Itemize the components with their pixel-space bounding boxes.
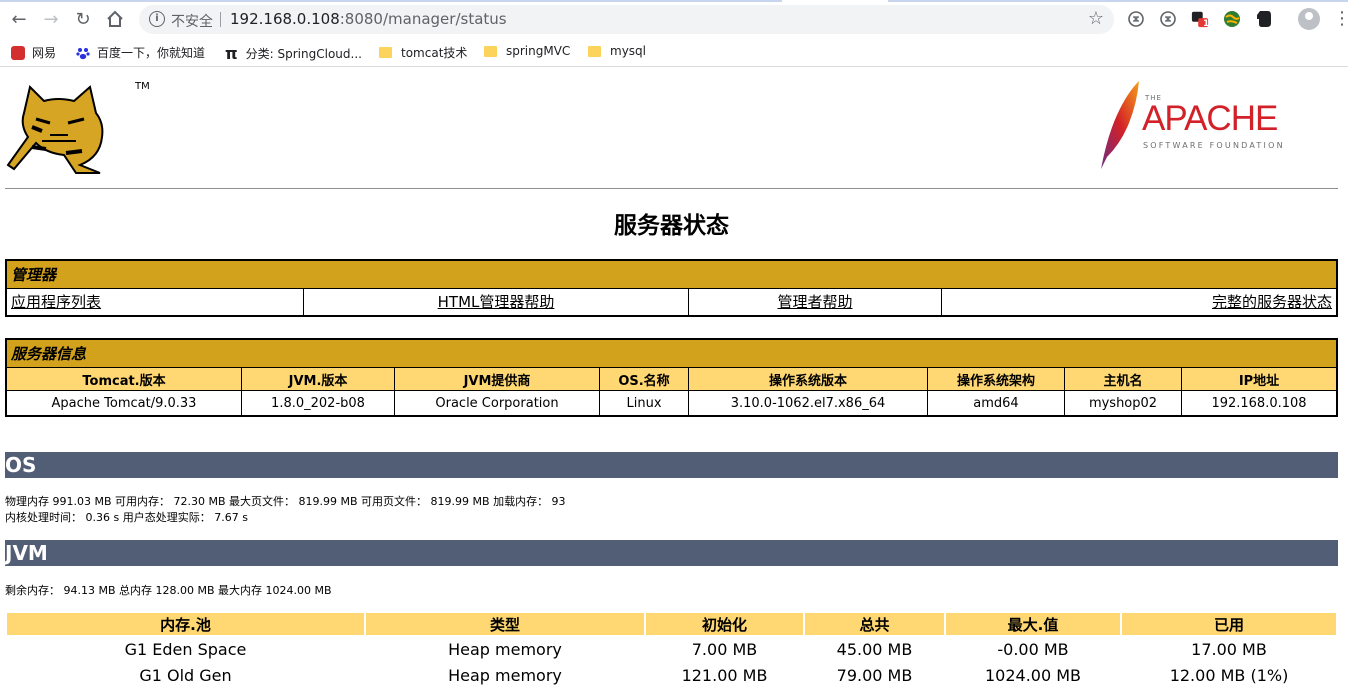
omnibox-separator — [220, 12, 221, 27]
tab-strip-edge — [0, 0, 782, 2]
column-header: 最大.值 — [946, 613, 1120, 635]
bookmark-star-icon[interactable]: ☆ — [1088, 8, 1104, 29]
column-header: Tomcat.版本 — [5, 367, 242, 391]
header-divider — [5, 188, 1338, 189]
manager-link-cell: HTML管理器帮助 — [303, 288, 689, 316]
folder-icon — [484, 45, 497, 57]
pool-type-cell: Heap memory — [448, 665, 562, 685]
info-icon[interactable]: i — [149, 11, 165, 27]
jvm-vendor-value: Oracle Corporation — [394, 390, 600, 417]
trademark-label: TM — [135, 81, 150, 92]
pool-used-cell: 12.00 MB (1%) — [1169, 665, 1289, 685]
bookmark-netease[interactable]: 网易 — [11, 44, 56, 61]
jvm-version-value: 1.8.0_202-b08 — [241, 390, 395, 417]
bookmark-baidu[interactable]: 百度一下，你就知道 — [76, 44, 205, 61]
insecure-label[interactable]: 不安全 — [171, 11, 213, 31]
baidu-paw-icon — [76, 46, 90, 60]
column-header: 初始化 — [646, 613, 803, 635]
column-header: 总共 — [805, 613, 944, 635]
pi-icon: π — [225, 44, 238, 63]
column-header: OS.名称 — [599, 367, 689, 391]
manager-link-cell: 应用程序列表 — [5, 288, 304, 316]
pool-type-cell: Heap memory — [448, 639, 562, 659]
column-header: IP地址 — [1181, 367, 1338, 391]
hostname-value: myshop02 — [1064, 390, 1182, 417]
column-header: 操作系统版本 — [688, 367, 928, 391]
server-info-table: 服务器信息 Tomcat.版本 JVM.版本 JVM提供商 OS.名称 操作系统… — [5, 338, 1338, 417]
column-header: 操作系统架构 — [927, 367, 1065, 391]
globe-extension-icon[interactable] — [1223, 10, 1241, 28]
os-info-text: 物理内存 991.03 MB 可用内存： 72.30 MB 最大页文件： 819… — [5, 494, 566, 526]
pool-name-cell: G1 Old Gen — [139, 665, 232, 685]
html-manager-help-link[interactable]: HTML管理器帮助 — [438, 293, 555, 311]
reload-icon[interactable]: ↻ — [72, 8, 94, 30]
extension-icon[interactable] — [1159, 10, 1177, 28]
bookmark-folder-tomcat[interactable]: tomcat技术 — [379, 44, 467, 61]
column-header: JVM提供商 — [394, 367, 600, 391]
app-list-link[interactable]: 应用程序列表 — [11, 293, 101, 311]
os-arch-value: amd64 — [927, 390, 1065, 417]
jvm-section-heading: JVM — [5, 540, 1338, 566]
manager-table: 管理器 应用程序列表 HTML管理器帮助 管理者帮助 完整的服务器状态 — [5, 259, 1338, 317]
table-row: G1 Old Gen Heap memory 121.00 MB 79.00 M… — [7, 663, 1336, 687]
pool-total-cell: 45.00 MB — [836, 639, 913, 659]
tomcat-version-value: Apache Tomcat/9.0.33 — [5, 390, 242, 417]
profile-avatar[interactable] — [1298, 8, 1320, 30]
evernote-icon[interactable] — [1255, 10, 1273, 28]
pool-initial-cell: 121.00 MB — [681, 665, 768, 685]
os-cpu-time-line: 内核处理时间： 0.36 s 用户态处理实际： 7.67 s — [5, 511, 248, 524]
home-icon[interactable] — [104, 8, 126, 30]
apache-name-label: APACHE — [1142, 99, 1278, 138]
folder-icon — [588, 45, 601, 57]
pool-max-cell: 1024.00 MB — [984, 665, 1082, 685]
bookmarks-bar: 网易 百度一下，你就知道 π 分类: SpringCloud... tomcat… — [0, 38, 1348, 67]
pool-max-cell: -0.00 MB — [997, 639, 1069, 659]
manager-help-link[interactable]: 管理者帮助 — [777, 293, 852, 311]
column-header: JVM.版本 — [241, 367, 395, 391]
os-version-value: 3.10.0-1062.el7.x86_64 — [688, 390, 928, 417]
browser-toolbar: ← → ↻ i 不安全 192.168.0.108:8080/manager/s… — [0, 0, 1348, 38]
os-name-value: Linux — [599, 390, 689, 417]
bookmark-folder-mysql[interactable]: mysql — [588, 44, 646, 58]
back-arrow-icon[interactable]: ← — [8, 8, 30, 30]
manager-heading: 管理器 — [5, 259, 1338, 289]
table-row: G1 Eden Space Heap memory 7.00 MB 45.00 … — [7, 637, 1336, 661]
pool-name-cell: G1 Eden Space — [124, 639, 247, 659]
column-header: 内存.池 — [7, 613, 364, 635]
manager-link-cell: 完整的服务器状态 — [941, 288, 1338, 316]
folder-icon — [379, 47, 392, 58]
tomcat-logo[interactable]: TM — [6, 75, 156, 180]
extension-badge-count: 1 — [1203, 19, 1210, 29]
complete-server-status-link[interactable]: 完整的服务器状态 — [1212, 293, 1332, 311]
bookmark-springcloud[interactable]: π 分类: SpringCloud... — [225, 44, 362, 63]
column-header: 类型 — [366, 613, 644, 635]
pool-initial-cell: 7.00 MB — [691, 639, 758, 659]
table-row: Apache Tomcat/9.0.33 1.8.0_202-b08 Oracl… — [5, 390, 1338, 417]
page-content: TM THE APACHE SOFTWARE FOUNDATION 服务器状态 … — [0, 67, 1348, 687]
url-text[interactable]: 192.168.0.108:8080/manager/status — [230, 10, 507, 28]
server-info-heading: 服务器信息 — [5, 338, 1338, 368]
tab-strip-edge — [888, 0, 1348, 2]
bookmark-folder-springmvc[interactable]: springMVC — [484, 44, 570, 58]
apache-logo[interactable]: THE APACHE SOFTWARE FOUNDATION — [1093, 77, 1308, 172]
extension-badge-icon[interactable]: 1 — [1191, 10, 1210, 29]
apache-foundation-label: SOFTWARE FOUNDATION — [1143, 141, 1285, 150]
netease-icon — [11, 45, 25, 60]
forward-arrow-icon[interactable]: → — [40, 8, 62, 30]
extension-icon[interactable] — [1127, 10, 1145, 28]
pool-used-cell: 17.00 MB — [1191, 639, 1267, 659]
column-header: 主机名 — [1064, 367, 1182, 391]
manager-link-cell: 管理者帮助 — [688, 288, 942, 316]
os-section-heading: OS — [5, 452, 1338, 478]
os-memory-line: 物理内存 991.03 MB 可用内存： 72.30 MB 最大页文件： 819… — [5, 495, 566, 508]
pool-total-cell: 79.00 MB — [836, 665, 913, 685]
column-header: 已用 — [1122, 613, 1336, 635]
memory-pool-table: 内存.池 类型 初始化 总共 最大.值 已用 G1 Eden Space Hea… — [5, 611, 1338, 689]
menu-kebab-icon[interactable]: ⋮ — [1333, 8, 1348, 29]
ip-address-value: 192.168.0.108 — [1181, 390, 1338, 417]
address-bar[interactable]: i 不安全 192.168.0.108:8080/manager/status … — [139, 5, 1114, 34]
jvm-memory-line: 剩余内存： 94.13 MB 总内存 128.00 MB 最大内存 1024.0… — [5, 584, 332, 597]
page-title: 服务器状态 — [614, 213, 729, 239]
